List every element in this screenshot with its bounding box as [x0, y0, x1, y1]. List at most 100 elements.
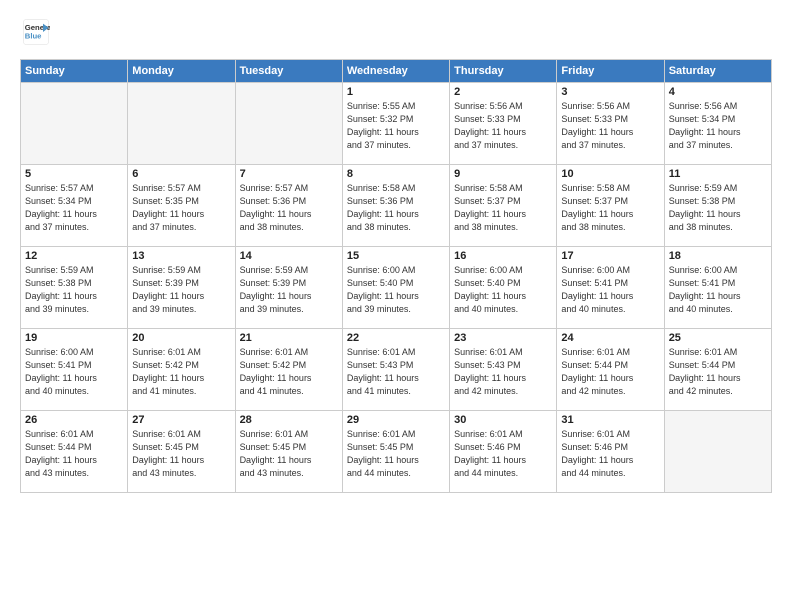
calendar-cell: 22 Sunrise: 6:01 AM Sunset: 5:43 PM Dayli…: [342, 329, 449, 411]
calendar-cell: 20 Sunrise: 6:01 AM Sunset: 5:42 PM Dayli…: [128, 329, 235, 411]
day-number: 16: [454, 250, 552, 262]
day-info: Sunrise: 6:01 AM Sunset: 5:44 PM Dayligh…: [669, 346, 767, 398]
day-info: Sunrise: 5:58 AM Sunset: 5:37 PM Dayligh…: [454, 182, 552, 234]
day-number: 24: [561, 332, 659, 344]
day-number: 5: [25, 168, 123, 180]
calendar-cell: 29 Sunrise: 6:01 AM Sunset: 5:45 PM Dayli…: [342, 411, 449, 493]
day-number: 12: [25, 250, 123, 262]
day-info: Sunrise: 5:59 AM Sunset: 5:39 PM Dayligh…: [240, 264, 338, 316]
day-info: Sunrise: 5:59 AM Sunset: 5:38 PM Dayligh…: [669, 182, 767, 234]
calendar-cell: 12 Sunrise: 5:59 AM Sunset: 5:38 PM Dayli…: [21, 247, 128, 329]
calendar-cell: 9 Sunrise: 5:58 AM Sunset: 5:37 PM Daylig…: [450, 165, 557, 247]
day-info: Sunrise: 6:01 AM Sunset: 5:45 PM Dayligh…: [240, 428, 338, 480]
day-number: 29: [347, 414, 445, 426]
day-info: Sunrise: 6:01 AM Sunset: 5:42 PM Dayligh…: [240, 346, 338, 398]
header: General Blue: [20, 18, 772, 51]
calendar-cell: 25 Sunrise: 6:01 AM Sunset: 5:44 PM Dayli…: [664, 329, 771, 411]
day-info: Sunrise: 6:01 AM Sunset: 5:46 PM Dayligh…: [561, 428, 659, 480]
page: General Blue SundayMondayTuesdayWednesda…: [0, 0, 792, 612]
day-info: Sunrise: 6:01 AM Sunset: 5:44 PM Dayligh…: [25, 428, 123, 480]
day-number: 25: [669, 332, 767, 344]
day-info: Sunrise: 6:01 AM Sunset: 5:45 PM Dayligh…: [347, 428, 445, 480]
day-number: 11: [669, 168, 767, 180]
calendar-cell: 28Sunrise: 6:01 AM Sunset: 5:45 PM Dayli…: [235, 411, 342, 493]
day-number: 10: [561, 168, 659, 180]
day-info: Sunrise: 5:56 AM Sunset: 5:34 PM Dayligh…: [669, 100, 767, 152]
day-number: 3: [561, 86, 659, 98]
day-number: 9: [454, 168, 552, 180]
day-number: 15: [347, 250, 445, 262]
day-info: Sunrise: 5:58 AM Sunset: 5:37 PM Dayligh…: [561, 182, 659, 234]
weekday-header-sunday: Sunday: [21, 60, 128, 83]
day-info: Sunrise: 6:01 AM Sunset: 5:43 PM Dayligh…: [347, 346, 445, 398]
calendar-cell: 16 Sunrise: 6:00 AM Sunset: 5:40 PM Dayli…: [450, 247, 557, 329]
weekday-header-monday: Monday: [128, 60, 235, 83]
day-number: 4: [669, 86, 767, 98]
day-number: 30: [454, 414, 552, 426]
day-info: Sunrise: 5:55 AM Sunset: 5:32 PM Dayligh…: [347, 100, 445, 152]
weekday-header-saturday: Saturday: [664, 60, 771, 83]
day-info: Sunrise: 5:57 AM Sunset: 5:34 PM Dayligh…: [25, 182, 123, 234]
calendar-week-row: 5 Sunrise: 5:57 AM Sunset: 5:34 PM Daylig…: [21, 165, 772, 247]
day-info: Sunrise: 6:01 AM Sunset: 5:44 PM Dayligh…: [561, 346, 659, 398]
calendar-cell: 10 Sunrise: 5:58 AM Sunset: 5:37 PM Dayli…: [557, 165, 664, 247]
day-info: Sunrise: 5:57 AM Sunset: 5:36 PM Dayligh…: [240, 182, 338, 234]
weekday-header-row: SundayMondayTuesdayWednesdayThursdayFrid…: [21, 60, 772, 83]
day-info: Sunrise: 6:00 AM Sunset: 5:40 PM Dayligh…: [454, 264, 552, 316]
day-info: Sunrise: 6:01 AM Sunset: 5:45 PM Dayligh…: [132, 428, 230, 480]
calendar-cell: 26 Sunrise: 6:01 AM Sunset: 5:44 PM Dayli…: [21, 411, 128, 493]
day-info: Sunrise: 5:56 AM Sunset: 5:33 PM Dayligh…: [454, 100, 552, 152]
day-info: Sunrise: 5:57 AM Sunset: 5:35 PM Dayligh…: [132, 182, 230, 234]
calendar-cell: [128, 83, 235, 165]
day-number: 20: [132, 332, 230, 344]
day-number: 26: [25, 414, 123, 426]
calendar-cell: 21 Sunrise: 6:01 AM Sunset: 5:42 PM Dayli…: [235, 329, 342, 411]
logo-icon: General Blue: [22, 18, 50, 46]
day-number: 8: [347, 168, 445, 180]
day-number: 2: [454, 86, 552, 98]
day-number: 14: [240, 250, 338, 262]
calendar-week-row: 26 Sunrise: 6:01 AM Sunset: 5:44 PM Dayli…: [21, 411, 772, 493]
day-number: 21: [240, 332, 338, 344]
calendar-cell: 4 Sunrise: 5:56 AM Sunset: 5:34 PM Daylig…: [664, 83, 771, 165]
calendar-table: SundayMondayTuesdayWednesdayThursdayFrid…: [20, 59, 772, 493]
calendar-cell: 15Sunrise: 6:00 AM Sunset: 5:40 PM Dayli…: [342, 247, 449, 329]
calendar-week-row: 1Sunrise: 5:55 AM Sunset: 5:32 PM Daylig…: [21, 83, 772, 165]
svg-text:Blue: Blue: [25, 31, 42, 40]
day-number: 13: [132, 250, 230, 262]
day-info: Sunrise: 6:00 AM Sunset: 5:41 PM Dayligh…: [561, 264, 659, 316]
calendar-week-row: 19 Sunrise: 6:00 AM Sunset: 5:41 PM Dayli…: [21, 329, 772, 411]
calendar-cell: 23Sunrise: 6:01 AM Sunset: 5:43 PM Dayli…: [450, 329, 557, 411]
calendar-cell: 19 Sunrise: 6:00 AM Sunset: 5:41 PM Dayli…: [21, 329, 128, 411]
calendar-cell: 24 Sunrise: 6:01 AM Sunset: 5:44 PM Dayli…: [557, 329, 664, 411]
weekday-header-thursday: Thursday: [450, 60, 557, 83]
calendar-cell: 7 Sunrise: 5:57 AM Sunset: 5:36 PM Daylig…: [235, 165, 342, 247]
weekday-header-tuesday: Tuesday: [235, 60, 342, 83]
day-number: 18: [669, 250, 767, 262]
calendar-cell: [235, 83, 342, 165]
calendar-cell: 1Sunrise: 5:55 AM Sunset: 5:32 PM Daylig…: [342, 83, 449, 165]
day-number: 22: [347, 332, 445, 344]
day-info: Sunrise: 5:59 AM Sunset: 5:38 PM Dayligh…: [25, 264, 123, 316]
weekday-header-friday: Friday: [557, 60, 664, 83]
calendar-cell: 13Sunrise: 5:59 AM Sunset: 5:39 PM Dayli…: [128, 247, 235, 329]
day-number: 19: [25, 332, 123, 344]
day-info: Sunrise: 6:01 AM Sunset: 5:46 PM Dayligh…: [454, 428, 552, 480]
calendar-cell: 3Sunrise: 5:56 AM Sunset: 5:33 PM Daylig…: [557, 83, 664, 165]
calendar-cell: 5 Sunrise: 5:57 AM Sunset: 5:34 PM Daylig…: [21, 165, 128, 247]
calendar-cell: 18 Sunrise: 6:00 AM Sunset: 5:41 PM Dayli…: [664, 247, 771, 329]
day-info: Sunrise: 6:01 AM Sunset: 5:42 PM Dayligh…: [132, 346, 230, 398]
calendar-cell: 11 Sunrise: 5:59 AM Sunset: 5:38 PM Dayli…: [664, 165, 771, 247]
day-number: 31: [561, 414, 659, 426]
day-number: 7: [240, 168, 338, 180]
weekday-header-wednesday: Wednesday: [342, 60, 449, 83]
day-info: Sunrise: 6:00 AM Sunset: 5:41 PM Dayligh…: [669, 264, 767, 316]
day-number: 17: [561, 250, 659, 262]
calendar-cell: [21, 83, 128, 165]
calendar-cell: 6 Sunrise: 5:57 AM Sunset: 5:35 PM Daylig…: [128, 165, 235, 247]
day-number: 6: [132, 168, 230, 180]
calendar-week-row: 12 Sunrise: 5:59 AM Sunset: 5:38 PM Dayli…: [21, 247, 772, 329]
day-number: 23: [454, 332, 552, 344]
day-info: Sunrise: 6:00 AM Sunset: 5:41 PM Dayligh…: [25, 346, 123, 398]
calendar-cell: 30 Sunrise: 6:01 AM Sunset: 5:46 PM Dayli…: [450, 411, 557, 493]
